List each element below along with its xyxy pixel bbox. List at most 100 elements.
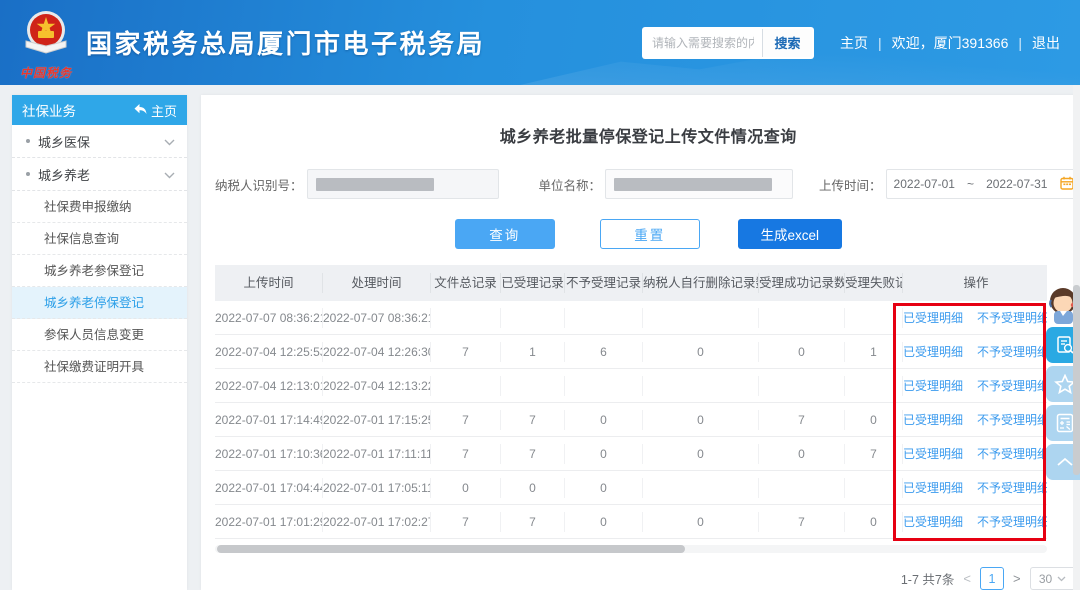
accepted-detail-link[interactable]: 已受理明细 [903,512,963,532]
next-page-arrow[interactable]: > [1013,571,1021,586]
actions-cell: 已受理明细不予受理明细 [903,376,1047,396]
table-cell: 2022-07-01 17:04:44 [215,478,323,498]
query-button[interactable]: 查询 [455,219,555,249]
sidebar-group-pension[interactable]: 城乡养老 [12,158,187,191]
page-title: 城乡养老批量停保登记上传文件情况查询 [215,123,1080,147]
column-header: 不予受理记录 [565,273,643,293]
column-header: 受理成功记录数 [759,273,845,293]
table-cell: 2022-07-01 17:10:36 [215,444,323,464]
horizontal-scrollbar-thumb[interactable] [217,545,685,553]
sidebar-home-link[interactable]: 主页 [134,101,177,120]
table-cell: 2022-07-01 17:14:49 [215,410,323,430]
table-cell: 7 [431,512,501,532]
taxpayer-id-field[interactable] [307,169,499,199]
table-cell: 1 [501,342,565,362]
rejected-detail-link[interactable]: 不予受理明细 [977,376,1047,396]
actions-cell: 已受理明细不予受理明细 [903,308,1047,328]
table-cell: 0 [565,512,643,532]
table-cell: 0 [565,444,643,464]
accepted-detail-link[interactable]: 已受理明细 [903,444,963,464]
accepted-detail-link[interactable]: 已受理明细 [903,342,963,362]
actions-cell: 已受理明细不予受理明细 [903,478,1047,498]
table-row: 2022-07-01 17:10:362022-07-01 17:11:1177… [215,437,1047,471]
table-cell: 0 [643,444,759,464]
rejected-detail-link[interactable]: 不予受理明细 [977,308,1047,328]
generate-excel-button[interactable]: 生成excel [738,219,842,249]
page-size-select[interactable]: 30 [1030,567,1076,590]
table-cell: 7 [431,444,501,464]
national-emblem-icon [20,8,72,63]
button-row: 查询 重置 生成excel [215,219,1080,249]
accepted-detail-link[interactable]: 已受理明细 [903,308,963,328]
table-row: 2022-07-04 12:13:012022-07-04 12:13:22已受… [215,369,1047,403]
table-cell [431,308,501,328]
table-cell: 2022-07-04 12:13:01 [215,376,323,396]
table-cell: 7 [431,410,501,430]
search-input[interactable] [644,29,762,57]
prev-page-arrow[interactable]: < [963,571,971,586]
table-cell: 0 [643,512,759,532]
column-header: 文件总记录 [431,273,501,293]
search-button[interactable]: 搜索 [762,29,812,57]
rejected-detail-link[interactable]: 不予受理明细 [977,512,1047,532]
welcome-text: 欢迎，厦门391366 [892,33,1009,53]
table-row: 2022-07-07 08:36:212022-07-07 08:36:21 已受… [215,301,1047,335]
sidebar-item[interactable]: 社保费申报缴纳 [12,191,187,223]
current-page-button[interactable]: 1 [980,567,1004,590]
table-cell [643,308,759,328]
date-from: 2022-07-01 [894,177,955,191]
sidebar-group-medical[interactable]: 城乡医保 [12,125,187,158]
sidebar-item[interactable]: 城乡养老参保登记 [12,255,187,287]
pagination: 1-7 共7条 < 1 > 30 [215,567,1080,590]
sidebar-item[interactable]: 社保信息查询 [12,223,187,255]
sidebar-item[interactable]: 社保缴费证明开具 [12,351,187,383]
accepted-detail-link[interactable]: 已受理明细 [903,478,963,498]
table-cell [643,376,759,396]
calendar-icon[interactable] [1060,176,1074,193]
sidebar-item-active[interactable]: 城乡养老停保登记 [12,287,187,319]
table-header-row: 上传时间处理时间文件总记录已受理记录不予受理记录纳税人自行删除记录数受理成功记录… [215,265,1047,301]
date-range-separator: ~ [967,177,974,191]
vertical-scrollbar-thumb[interactable] [1073,285,1080,475]
table-cell [501,308,565,328]
redacted-value [614,178,772,191]
table-cell: 0 [565,478,643,498]
logo-caption: 中国税务 [20,64,72,81]
rejected-detail-link[interactable]: 不予受理明细 [977,478,1047,498]
nav-separator: | [1018,35,1022,51]
table-cell: 6 [565,342,643,362]
table-cell: 0 [845,512,903,532]
upload-time-label: 上传时间： [819,175,882,194]
chevron-down-icon [164,167,175,182]
company-name-field[interactable] [605,169,793,199]
site-header: 中国税务 国家税务总局厦门市电子税务局 搜索 主页 | 欢迎，厦门391366 … [0,0,1080,85]
table-row: 2022-07-01 17:01:292022-07-01 17:02:2777… [215,505,1047,539]
chevron-down-icon [164,134,175,149]
rejected-detail-link[interactable]: 不予受理明细 [977,444,1047,464]
table-cell: 2022-07-01 17:11:11 [323,444,431,464]
sidebar-header: 社保业务 主页 [12,95,187,125]
accepted-detail-link[interactable]: 已受理明细 [903,376,963,396]
table-cell: 7 [759,512,845,532]
redacted-value [316,178,434,191]
reset-button[interactable]: 重置 [600,219,700,249]
date-range-field[interactable]: 2022-07-01 ~ 2022-07-31 [886,169,1080,199]
table-cell [759,308,845,328]
column-header: 纳税人自行删除记录数 [643,273,759,293]
table-cell: 2022-07-07 08:36:21 [323,308,431,328]
sidebar-item[interactable]: 参保人员信息变更 [12,319,187,351]
table-cell [501,376,565,396]
table-cell: 2022-07-07 08:36:21 [215,308,323,328]
accepted-detail-link[interactable]: 已受理明细 [903,410,963,430]
rejected-detail-link[interactable]: 不予受理明细 [977,410,1047,430]
site-title: 国家税务总局厦门市电子税务局 [86,24,485,61]
table-cell: 2022-07-04 12:26:30 [323,342,431,362]
home-link[interactable]: 主页 [840,33,868,53]
table-row: 2022-07-01 17:04:442022-07-01 17:05:1100… [215,471,1047,505]
column-header: 已受理记录 [501,273,565,293]
back-arrow-icon [134,103,147,118]
logout-link[interactable]: 退出 [1032,33,1060,53]
table-cell [565,376,643,396]
rejected-detail-link[interactable]: 不予受理明细 [977,342,1047,362]
chevron-down-icon [1057,576,1066,582]
